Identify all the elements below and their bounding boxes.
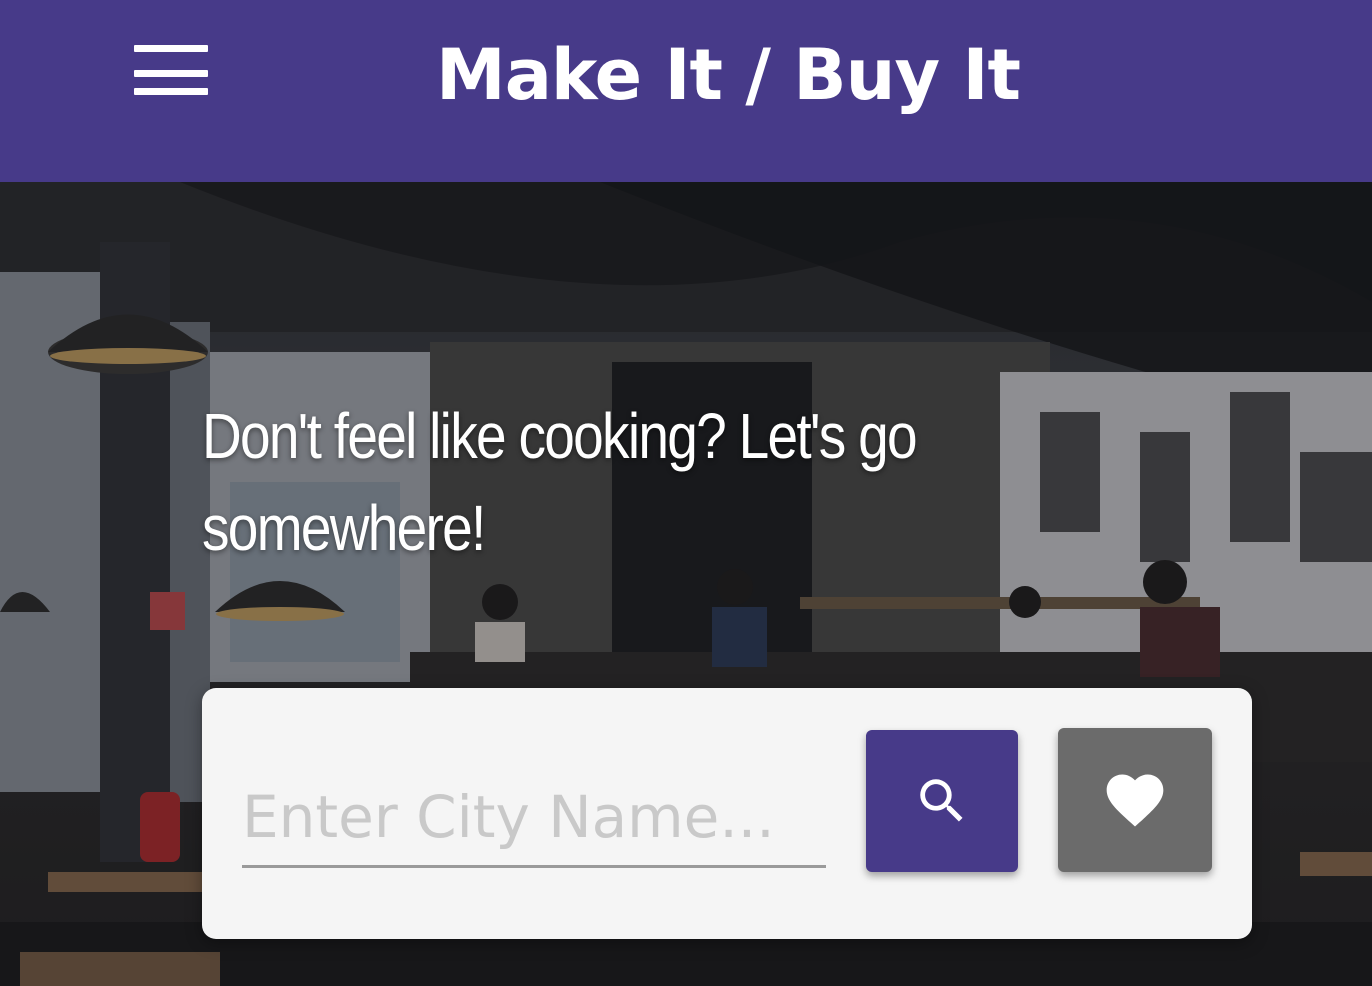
- hero-section: Don't feel like cooking? Let's go somewh…: [0, 182, 1372, 986]
- hero-headline: Don't feel like cooking? Let's go somewh…: [202, 400, 918, 564]
- search-icon: [920, 779, 963, 822]
- app-title: Make It / Buy It: [436, 34, 1021, 116]
- heart-icon: [1106, 774, 1164, 827]
- favorites-button[interactable]: [1058, 728, 1212, 872]
- app-root: Make It / Buy It Don't feel like cooking…: [0, 0, 1372, 986]
- app-bar: Make It / Buy It: [0, 0, 1372, 182]
- search-card: [202, 688, 1252, 939]
- city-search-input[interactable]: [242, 768, 826, 868]
- search-button[interactable]: [866, 730, 1018, 872]
